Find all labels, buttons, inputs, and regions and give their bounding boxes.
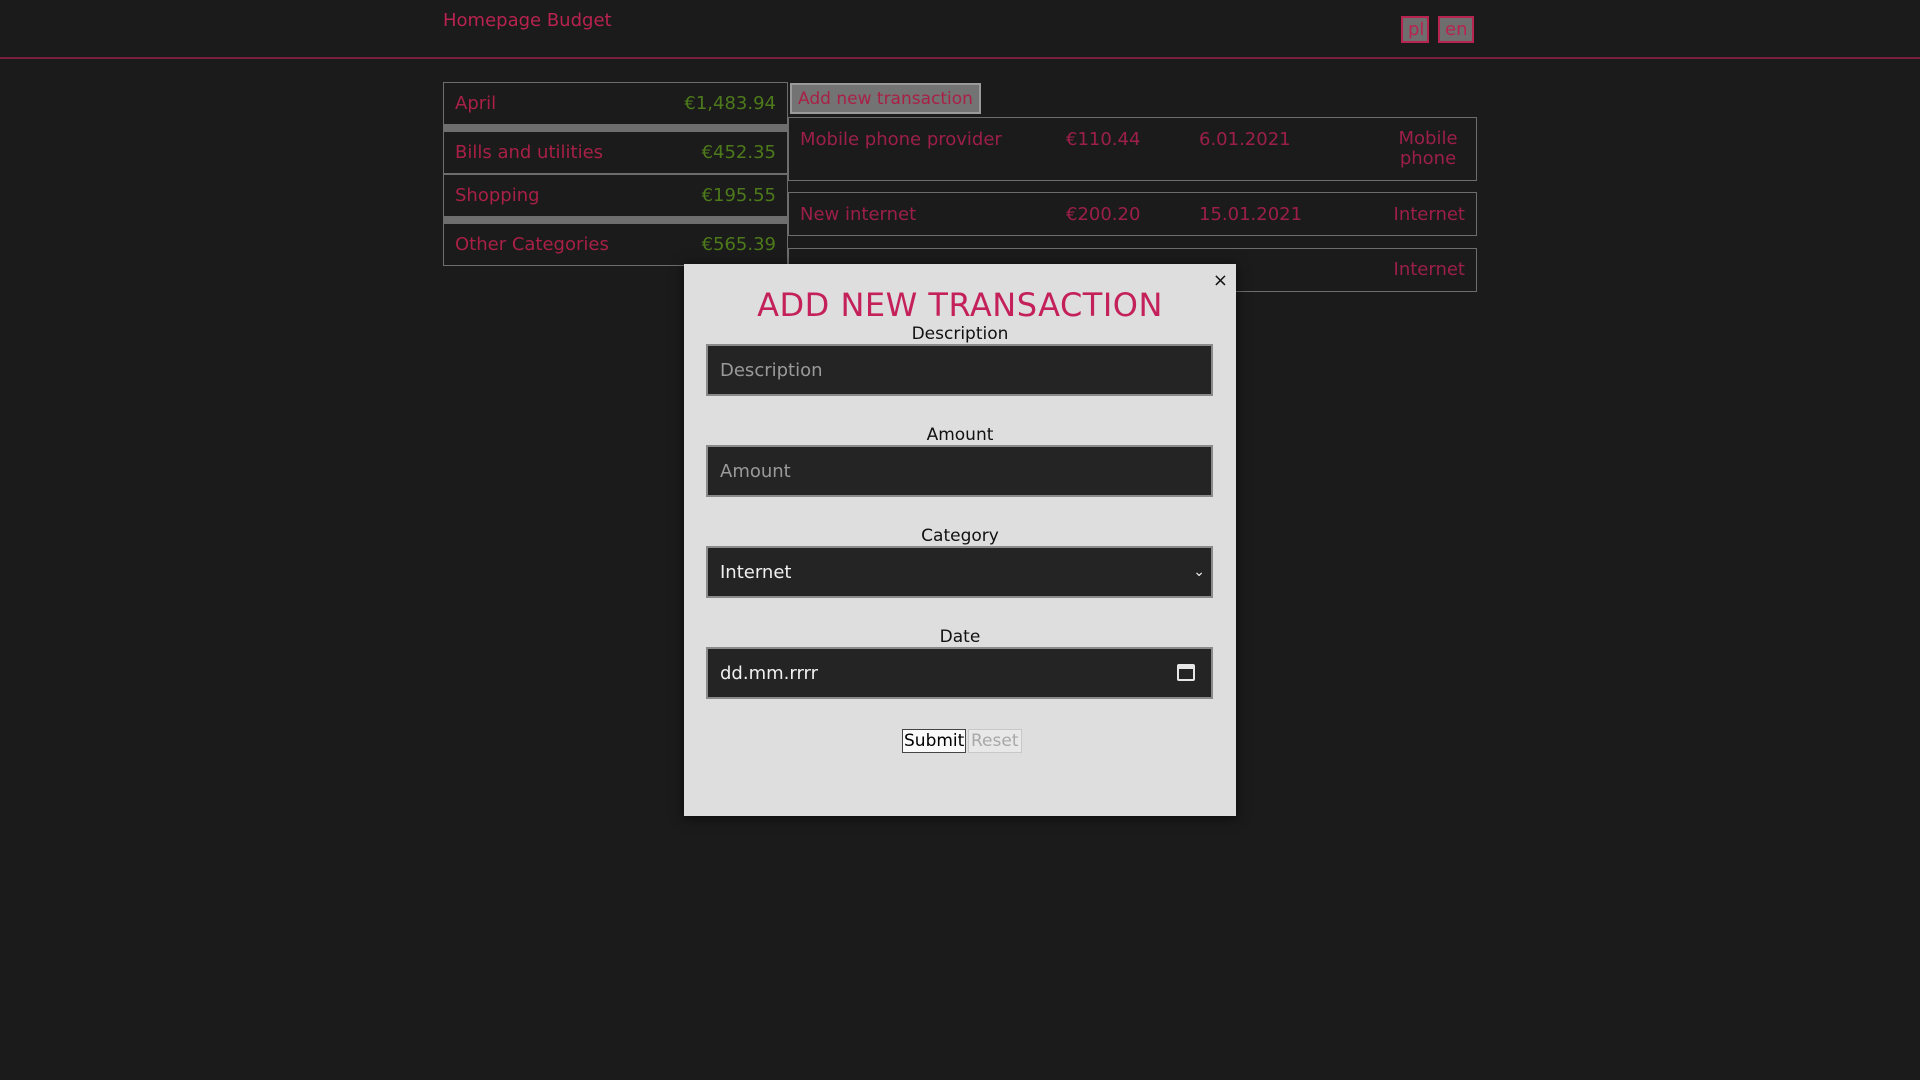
transaction-category: Internet — [1393, 204, 1465, 225]
transaction-category: Mobile phone — [1398, 128, 1458, 169]
amount-input[interactable]: Amount — [706, 445, 1213, 497]
submit-button[interactable]: Submit — [902, 729, 967, 753]
transaction-date: 6.01.2021 — [1199, 129, 1291, 150]
category-item-bills[interactable]: Bills and utilities €452.35 — [443, 131, 788, 174]
header: Homepage Budget pl en — [0, 0, 1920, 59]
category-select-value: Internet — [720, 561, 792, 583]
add-transaction-button[interactable]: Add new transaction — [790, 83, 981, 114]
category-amount: €565.39 — [701, 234, 776, 255]
transaction-row[interactable]: New internet €200.20 15.01.2021 Internet — [788, 192, 1477, 236]
category-list: April €1,483.94 Bills and utilities €452… — [443, 82, 788, 266]
category-name: Shopping — [455, 185, 540, 206]
chevron-down-icon: ⌄ — [1193, 564, 1205, 580]
date-input[interactable]: dd.mm.rrrr — [706, 647, 1213, 699]
category-amount: €452.35 — [701, 142, 776, 163]
category-name: Other Categories — [455, 234, 609, 255]
amount-label: Amount — [926, 425, 994, 445]
brand-title[interactable]: Homepage Budget — [443, 10, 612, 31]
description-label: Description — [911, 324, 1009, 344]
language-pl-button[interactable]: pl — [1401, 16, 1429, 43]
language-en-button[interactable]: en — [1438, 16, 1474, 43]
category-item-april[interactable]: April €1,483.94 — [443, 82, 788, 125]
description-input[interactable]: Description — [706, 344, 1213, 396]
category-item-shopping[interactable]: Shopping €195.55 — [443, 174, 788, 217]
category-amount: €1,483.94 — [684, 93, 776, 114]
transaction-amount: €110.44 — [1066, 129, 1141, 150]
transaction-description: Mobile phone provider — [800, 129, 1002, 150]
date-placeholder: dd.mm.rrrr — [720, 662, 819, 684]
transaction-description: New internet — [800, 204, 917, 225]
transaction-category: Internet — [1393, 259, 1465, 280]
transaction-date: 15.01.2021 — [1199, 204, 1303, 225]
transaction-row[interactable]: Mobile phone provider €110.44 6.01.2021 … — [788, 117, 1477, 181]
date-label: Date — [939, 627, 981, 647]
modal-title: ADD NEW TRANSACTION — [757, 286, 1163, 324]
category-item-other[interactable]: Other Categories €565.39 — [443, 223, 788, 266]
category-label: Category — [921, 526, 999, 546]
reset-button[interactable]: Reset — [968, 729, 1022, 753]
calendar-icon[interactable] — [1177, 664, 1195, 681]
add-transaction-modal: × ADD NEW TRANSACTION Description Descri… — [684, 264, 1236, 816]
category-name: Bills and utilities — [455, 142, 604, 163]
category-name: April — [455, 93, 497, 114]
category-amount: €195.55 — [701, 185, 776, 206]
category-select[interactable]: Internet ⌄ — [706, 546, 1213, 598]
transaction-amount: €200.20 — [1066, 204, 1141, 225]
